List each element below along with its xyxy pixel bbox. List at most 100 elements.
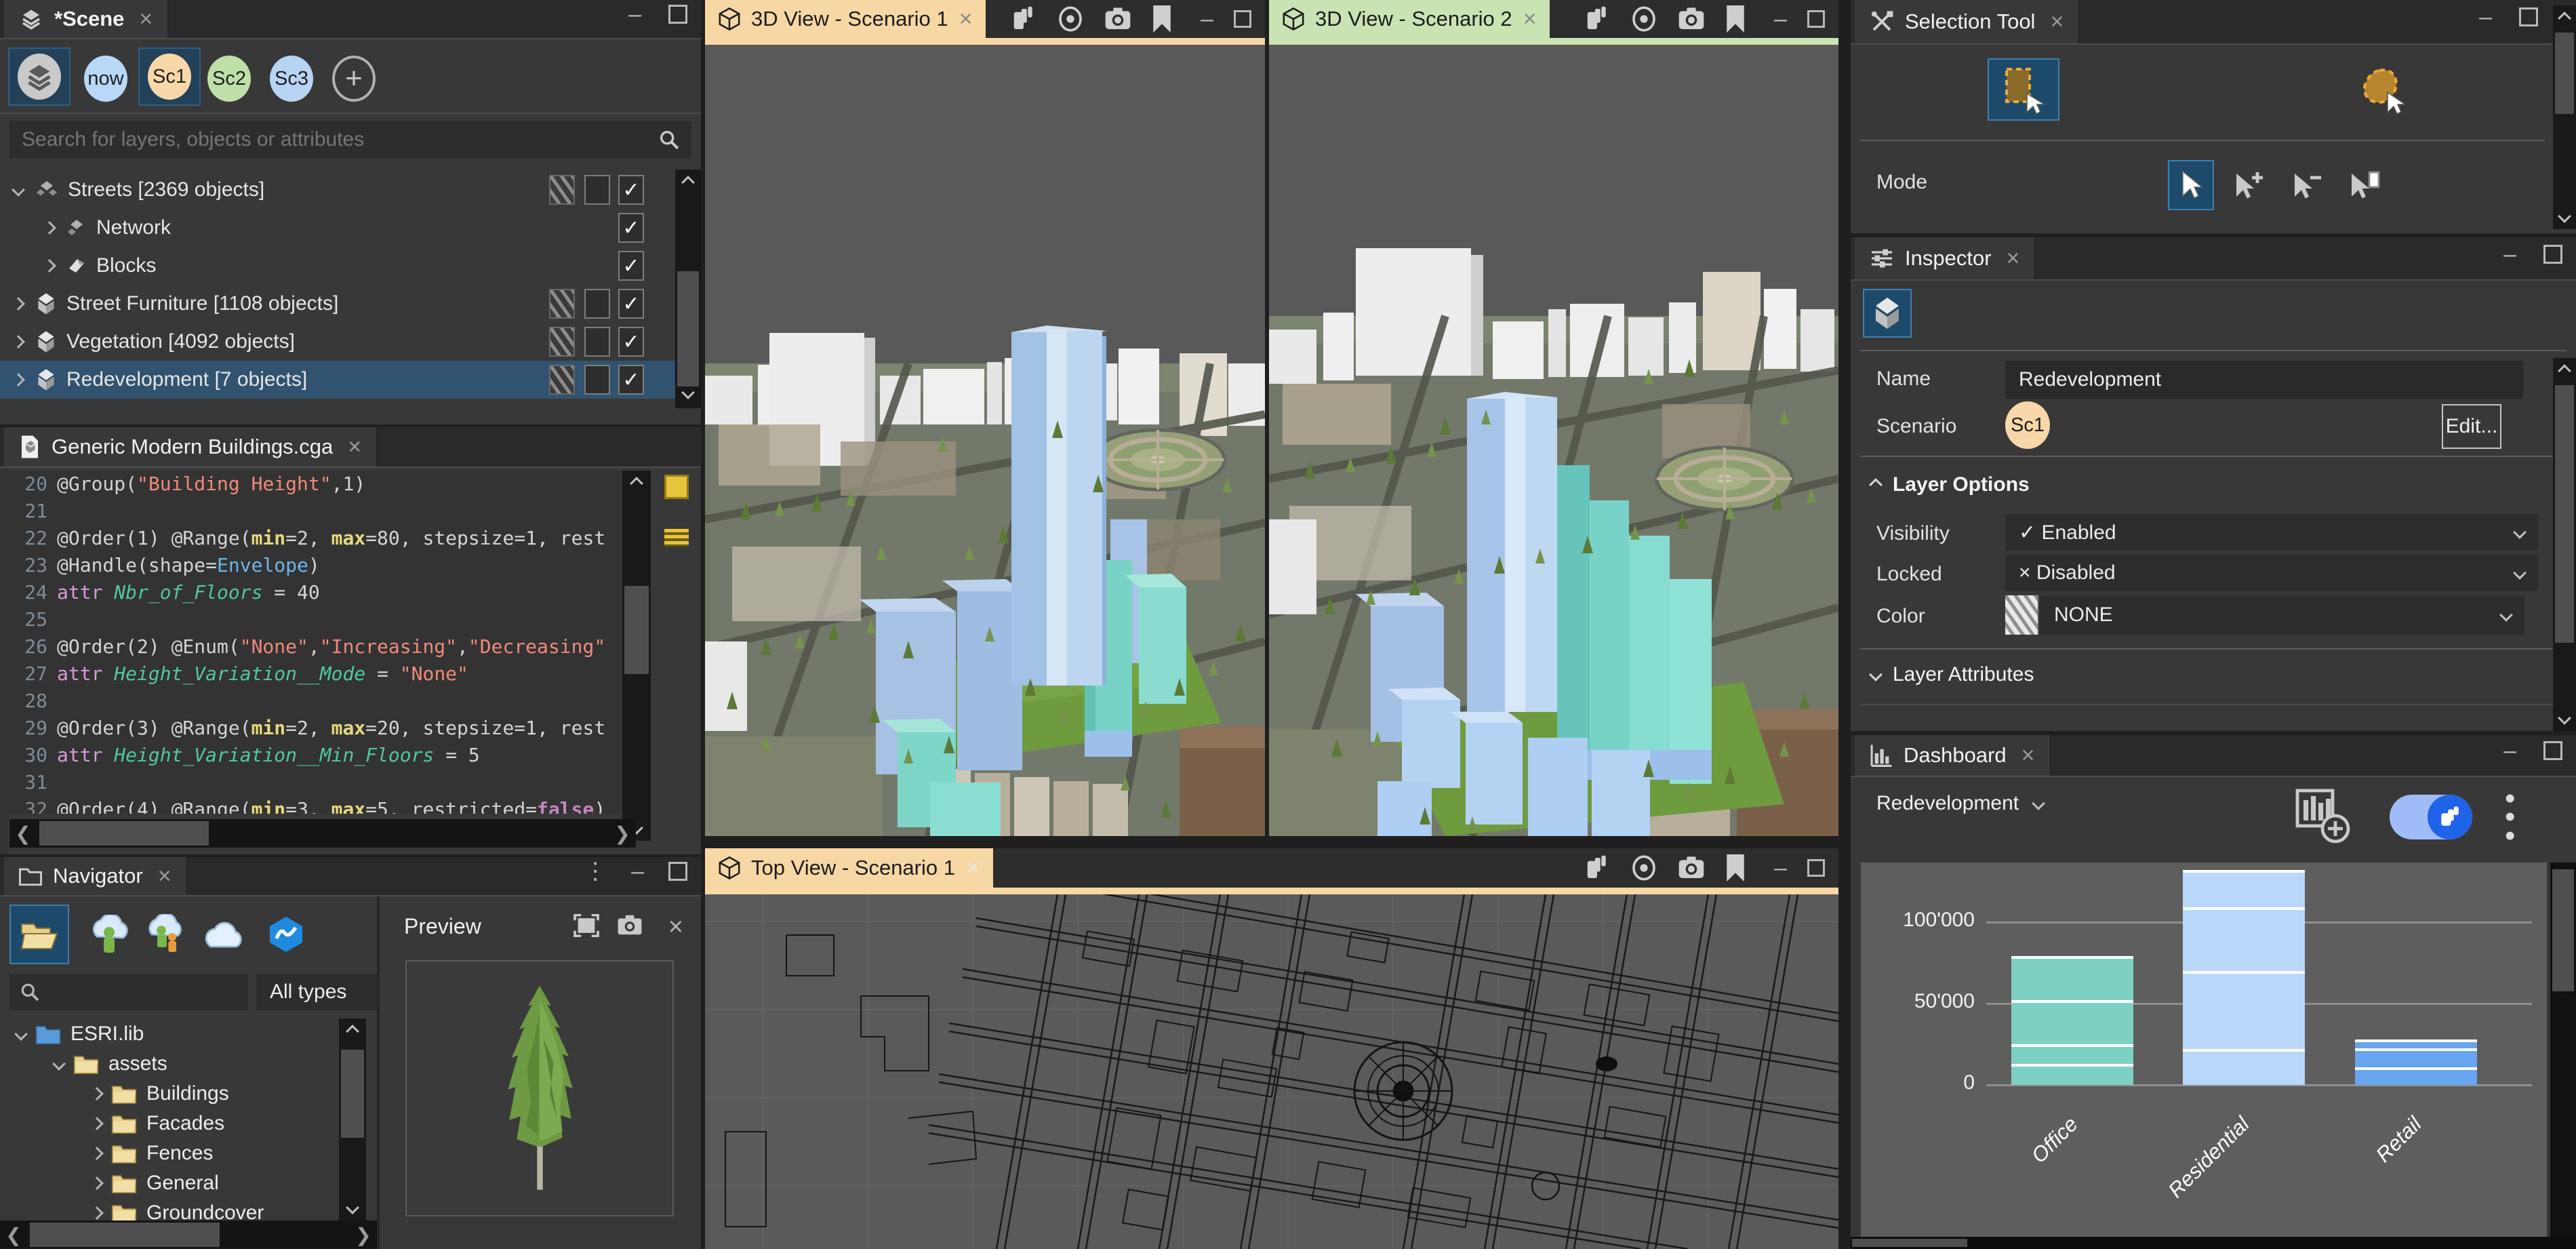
close-icon[interactable]: × — [1523, 6, 1537, 33]
inspector-object-type-button[interactable] — [1863, 289, 1912, 338]
viewport-3d-scenario2[interactable] — [1269, 45, 1838, 836]
minimize-icon[interactable]: – — [2479, 5, 2492, 28]
tab-selection-tool[interactable]: Selection Tool × — [1855, 0, 2080, 43]
chevron-right-icon[interactable] — [12, 297, 25, 311]
preview-fit-button[interactable] — [573, 914, 599, 937]
code-editor-area[interactable]: 20 @Group("Building Height" ,1) 21 22 @Order(… — [8, 471, 625, 814]
tree-item-esri-lib[interactable]: ESRI.lib — [14, 1018, 144, 1050]
navigator-arcgis-button[interactable] — [256, 905, 316, 964]
bookmark-icon[interactable] — [1152, 5, 1172, 33]
scroll-left-icon[interactable]: ❮ — [0, 1221, 27, 1249]
tab-inspector[interactable]: Inspector × — [1855, 237, 2036, 279]
layer-select-toggle[interactable] — [584, 289, 610, 319]
preview-snapshot-button[interactable] — [617, 914, 643, 936]
rectangle-select-button[interactable] — [1988, 58, 2059, 121]
code-line-29[interactable]: 29 @Order(3) @Range(min =2, max =20, stepsi… — [8, 715, 625, 742]
chevron-down-icon[interactable] — [12, 183, 25, 197]
chart-bar-residential[interactable] — [2183, 870, 2305, 1085]
chevron-right-icon[interactable] — [90, 1176, 104, 1190]
layer-row-redevelopment[interactable]: Redevelopment [7 objects] ✓ — [0, 361, 675, 399]
maximize-icon[interactable] — [1234, 10, 1251, 28]
compare-icon[interactable] — [1584, 854, 1610, 881]
layer-row-street[interactable]: Street Furniture [1108 objects] ✓ — [0, 285, 675, 323]
eye-icon[interactable] — [1630, 5, 1657, 33]
close-icon[interactable]: × — [2050, 10, 2064, 33]
chart-bar-office[interactable] — [2011, 956, 2133, 1085]
scenario-chip-sc3[interactable]: Sc3 — [270, 56, 313, 102]
code-line-27[interactable]: 27 attr Height_Variation__Mode = "None" — [8, 660, 625, 688]
minimize-icon[interactable]: – — [2503, 739, 2516, 762]
minimize-icon[interactable]: – — [628, 3, 641, 26]
tab-scene[interactable]: *Scene × — [4, 0, 169, 38]
layer-row-network[interactable]: Network ✓ — [0, 209, 675, 247]
close-icon[interactable]: × — [966, 855, 980, 881]
code-line-32[interactable]: 32 @Order(4) @Range(min =3, max =5, restric… — [8, 796, 625, 814]
kebab-menu-icon[interactable]: • • • — [2505, 784, 2515, 850]
code-line-25[interactable]: 25 — [8, 606, 625, 633]
code-line-26[interactable]: 26 @Order(2) @Enum("None", "Increasing", "D… — [8, 633, 625, 660]
scenario-chip-sc1[interactable]: Sc1 — [2005, 401, 2050, 449]
close-icon[interactable]: × — [2007, 247, 2020, 270]
scroll-up-icon[interactable] — [2553, 358, 2576, 384]
tab-top-view[interactable]: Top View - Scenario 1 × — [705, 848, 993, 888]
viewport-3d-scenario1[interactable] — [705, 45, 1265, 836]
scenario-chip-sc1[interactable]: Sc1 — [148, 54, 191, 100]
scroll-right-icon[interactable]: ❯ — [350, 1221, 377, 1249]
close-icon[interactable]: × — [348, 435, 361, 458]
close-icon[interactable]: × — [158, 865, 172, 888]
close-icon[interactable]: × — [139, 7, 153, 31]
chevron-right-icon[interactable] — [43, 221, 56, 235]
code-line-22[interactable]: 22 @Order(1) @Range(min =2, max =80, stepsi… — [8, 525, 625, 552]
camera-icon[interactable] — [1678, 7, 1705, 31]
chevron-right-icon[interactable] — [90, 1117, 104, 1130]
layer-select-toggle[interactable] — [584, 365, 610, 395]
maximize-icon[interactable] — [2543, 741, 2562, 760]
layer-row-blocks[interactable]: Blocks ✓ — [0, 247, 675, 285]
layer-visibility-checkbox[interactable]: ✓ — [618, 365, 644, 395]
close-icon[interactable]: × — [959, 6, 973, 33]
maximize-icon[interactable] — [2519, 7, 2538, 26]
navigator-cloud-button[interactable] — [194, 905, 254, 964]
minimize-icon[interactable]: – — [1774, 6, 1787, 33]
navigator-tree-scrollbar[interactable] — [339, 1018, 366, 1221]
chevron-right-icon[interactable] — [43, 259, 56, 273]
scroll-down-icon[interactable] — [2553, 203, 2576, 229]
layer-row-streets[interactable]: Streets [2369 objects] ✓ — [0, 171, 675, 209]
code-line-31[interactable]: 31 — [8, 769, 625, 796]
inspector-scrollbar[interactable] — [2553, 358, 2576, 731]
add-chart-button[interactable] — [2295, 788, 2353, 846]
dashboard-hscrollbar[interactable] — [1851, 1237, 2576, 1249]
layer-visibility-checkbox[interactable]: ✓ — [618, 175, 644, 205]
tab-cga-file[interactable]: Generic Modern Buildings.cga × — [4, 427, 378, 467]
scroll-up-icon[interactable] — [675, 170, 701, 195]
layer-options-header[interactable]: Layer Options — [1869, 473, 2030, 496]
lasso-select-button[interactable] — [2344, 60, 2416, 121]
layer-attributes-header[interactable]: Layer Attributes — [1869, 663, 2034, 686]
scroll-up-icon[interactable] — [622, 471, 651, 496]
minimize-icon[interactable]: – — [1201, 6, 1213, 33]
camera-icon[interactable] — [1104, 7, 1131, 31]
compare-icon[interactable] — [1011, 5, 1037, 33]
locked-dropdown[interactable]: × Disabled — [2005, 555, 2538, 591]
layer-visibility-checkbox[interactable]: ✓ — [618, 289, 644, 319]
chevron-right-icon[interactable] — [90, 1206, 104, 1220]
mode-new-button[interactable] — [2341, 160, 2388, 210]
close-icon[interactable]: × — [2021, 744, 2035, 767]
code-line-20[interactable]: 20 @Group("Building Height" ,1) — [8, 471, 625, 498]
chevron-right-icon[interactable] — [90, 1147, 104, 1160]
layer-texture-toggle[interactable] — [549, 365, 575, 395]
editor-hscrollbar[interactable]: ❮ ❯ — [9, 819, 636, 848]
navigator-workspace-button[interactable] — [9, 905, 69, 964]
bookmark-icon[interactable] — [1725, 5, 1746, 33]
layer-select-toggle[interactable] — [584, 327, 610, 357]
compare-icon[interactable] — [1584, 5, 1610, 33]
minimize-icon[interactable]: – — [631, 860, 644, 883]
layer-list-scrollbar[interactable] — [675, 170, 701, 408]
chevron-right-icon[interactable] — [12, 373, 25, 386]
editor-marker-task[interactable] — [664, 529, 689, 547]
navigator-hscrollbar[interactable]: ❮ ❯ — [0, 1221, 377, 1249]
bookmark-icon[interactable] — [1725, 854, 1746, 881]
scroll-down-icon[interactable] — [339, 1195, 366, 1221]
chevron-down-icon[interactable] — [52, 1057, 66, 1071]
scroll-right-icon[interactable]: ❯ — [609, 819, 636, 848]
